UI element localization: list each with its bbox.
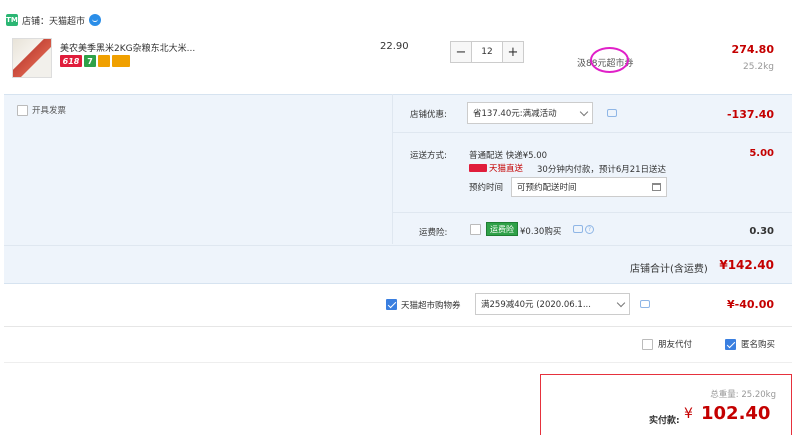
row-divider — [393, 212, 792, 213]
message-icon[interactable] — [640, 300, 650, 308]
unit-price: 22.90 — [380, 41, 409, 52]
friend-pay-option[interactable]: 朋友代付 — [642, 338, 692, 350]
product-title-link[interactable]: 美农美季黑米2KG杂粮东北大米... — [60, 41, 195, 54]
anonymous-buy-checkbox[interactable] — [725, 338, 736, 350]
anonymous-buy-label: 匿名购买 — [741, 340, 776, 350]
item-total-price: 274.80 — [731, 43, 774, 56]
shipping-insurance-amount: 0.30 — [749, 226, 774, 237]
actual-payment-amount: 102.40 — [701, 403, 771, 424]
currency-symbol: ¥ — [684, 406, 693, 422]
store-promo-label: 店铺优惠: — [410, 110, 447, 120]
tmall-store-icon: TM — [6, 14, 18, 26]
quantity-stepper: − 12 + — [450, 41, 524, 63]
product-thumbnail[interactable] — [12, 38, 52, 78]
anonymous-buy-option[interactable]: 匿名购买 — [725, 338, 775, 350]
decrease-quantity-button[interactable]: − — [450, 41, 472, 63]
tmall-direct-tag: 天猫直送 — [469, 162, 523, 174]
coupon-amount: ¥-40.00 — [726, 298, 774, 311]
tmall-logo-icon — [469, 164, 487, 172]
help-icon[interactable]: ? — [585, 225, 594, 234]
actual-payment-label: 实付款: — [649, 416, 680, 426]
badge-bell-icon — [98, 55, 110, 67]
chevron-down-icon — [616, 298, 626, 307]
appointment-time-select[interactable]: 可预约配送时间 — [511, 177, 667, 197]
chevron-down-icon — [579, 107, 589, 116]
shipping-insurance-label: 运费险: — [419, 228, 448, 238]
coupon-checkbox[interactable] — [386, 299, 397, 310]
quantity-input[interactable]: 12 — [472, 41, 502, 63]
coupon-select[interactable]: 满259减40元 (2020.06.1... — [475, 293, 630, 315]
item-weight: 25.2kg — [743, 62, 774, 72]
chat-icon[interactable] — [89, 14, 102, 26]
row-divider — [4, 326, 792, 327]
delivery-method-value: 普通配送 快递¥5.00 — [469, 151, 548, 161]
calendar-icon — [652, 183, 661, 191]
message-icon[interactable] — [573, 225, 583, 233]
shipping-insurance-tag: 运费险 — [486, 222, 518, 236]
store-promo-select[interactable]: 省137.40元:满减活动 — [467, 102, 593, 124]
friend-pay-checkbox[interactable] — [642, 338, 653, 350]
tmall-direct-text: 天猫直送 — [489, 164, 524, 174]
subtotal-divider — [4, 245, 792, 246]
insurance-icons: ? — [573, 225, 594, 234]
store-subtotal-amount: ¥142.40 — [719, 258, 774, 272]
coupon-value: 满259减40元 (2020.06.1... — [481, 300, 591, 310]
shipping-insurance-price: ¥0.30购买 — [520, 227, 562, 237]
total-weight: 总重量: 25.20kg — [710, 390, 776, 400]
store-subtotal-label: 店铺合计(含运费) — [630, 264, 708, 275]
shipping-insurance-checkbox[interactable] — [470, 224, 481, 235]
store-promo-amount: -137.40 — [726, 108, 774, 121]
increase-quantity-button[interactable]: + — [502, 41, 524, 63]
row-divider — [393, 132, 792, 133]
badge-618-icon: 618 — [60, 55, 82, 67]
friend-pay-label: 朋友代付 — [658, 340, 693, 350]
invoice-label: 开具发票 — [32, 106, 67, 116]
appointment-placeholder: 可预约配送时间 — [517, 183, 577, 193]
section-divider — [392, 94, 393, 244]
delivery-fee: 5.00 — [749, 148, 774, 159]
coupon-label: 天猫超市购物券 — [401, 301, 461, 311]
store-header: TM 店铺：天猫超市 — [6, 12, 102, 28]
store-promo-value: 省137.40元:满减活动 — [473, 109, 557, 119]
message-icon[interactable] — [607, 109, 617, 117]
appointment-label: 预约时间 — [469, 183, 504, 193]
delivery-method-label: 运送方式: — [410, 151, 447, 161]
row-divider — [4, 362, 792, 363]
store-name-link[interactable]: 店铺：天猫超市 — [22, 14, 85, 27]
badge-7-day-return-icon: 7 — [84, 55, 96, 67]
delivery-promise: 30分钟内付款，预计6月21日送达 — [537, 165, 667, 175]
badge-card-icon — [112, 55, 130, 67]
product-badges: 618 7 — [60, 55, 130, 67]
invoice-option[interactable]: 开具发票 — [17, 104, 66, 116]
annotation-circle — [590, 47, 629, 73]
order-details-section — [4, 94, 792, 284]
invoice-checkbox[interactable] — [17, 104, 28, 116]
